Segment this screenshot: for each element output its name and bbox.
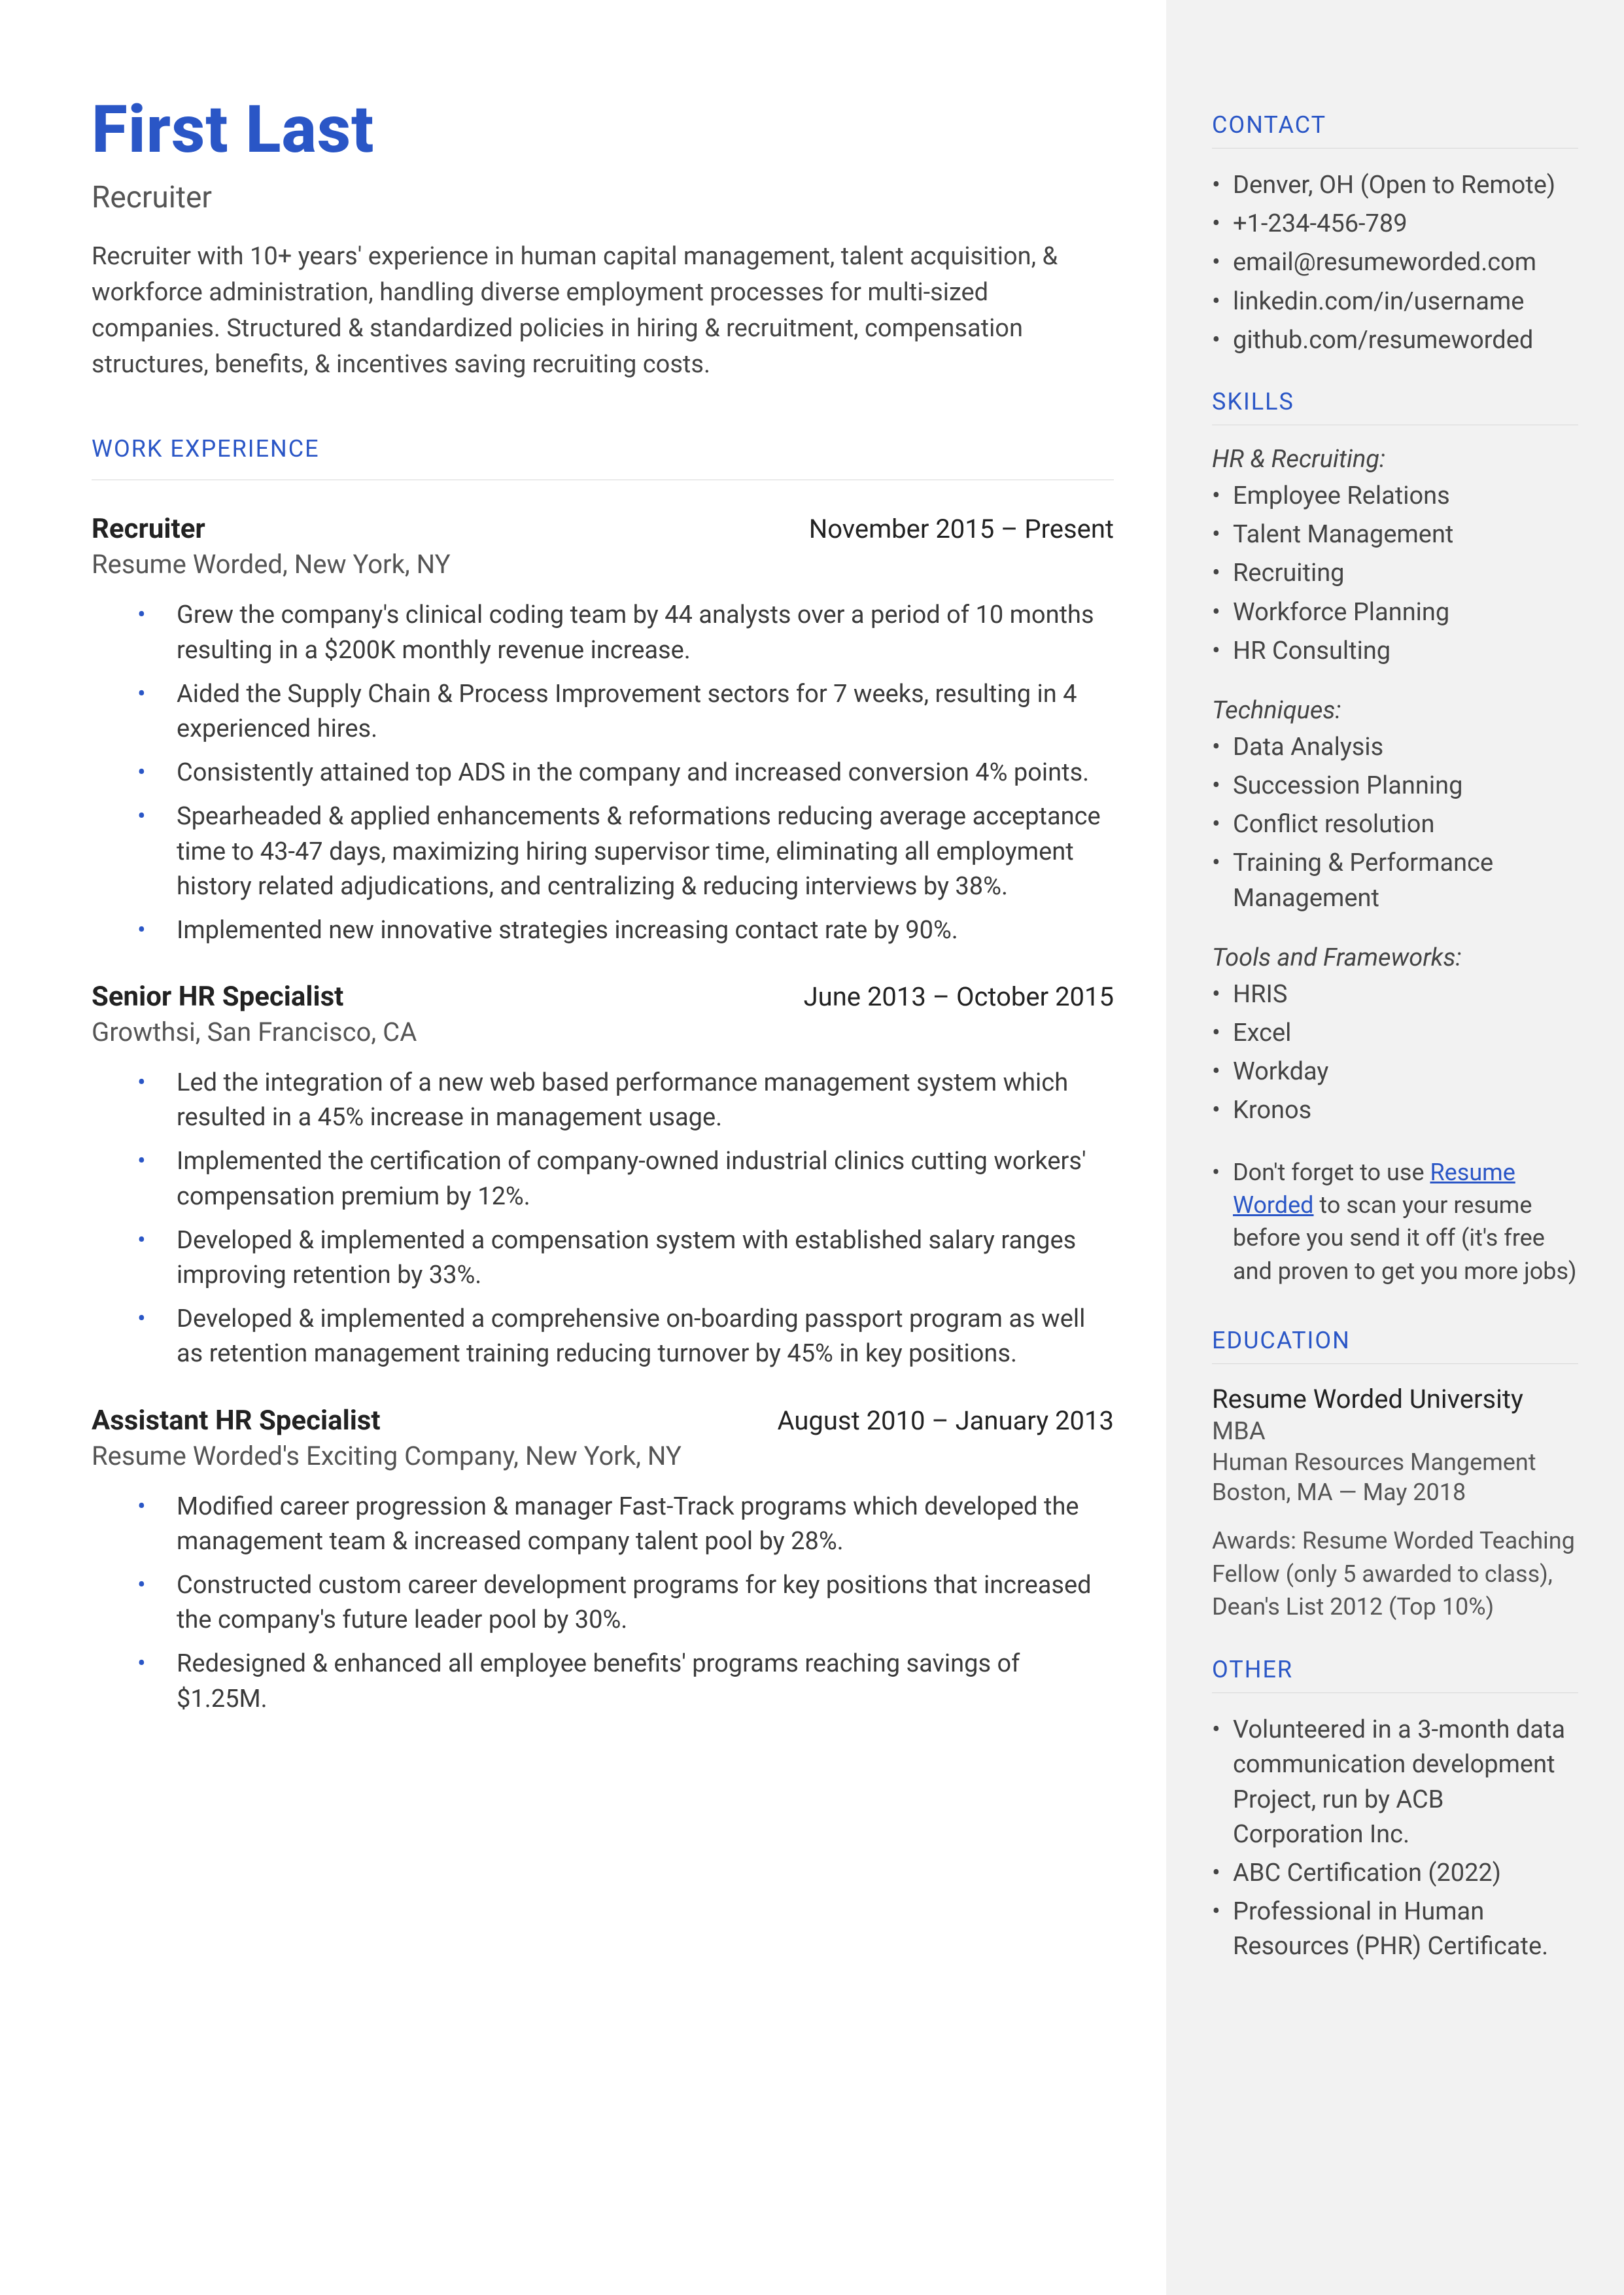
skill-item: Talent Management	[1212, 517, 1578, 552]
job-dates: June 2013 – October 2015	[804, 981, 1114, 1012]
job-header: Senior HR Specialist June 2013 – October …	[92, 981, 1114, 1013]
job-bullet: Developed & implemented a comprehensive …	[137, 1302, 1114, 1371]
education-school: Resume Worded University	[1212, 1384, 1578, 1414]
skill-item: HR Consulting	[1212, 634, 1578, 669]
job-header: Assistant HR Specialist August 2010 – Jan…	[92, 1405, 1114, 1437]
job-title: Senior HR Specialist	[92, 981, 343, 1013]
skill-list: Employee RelationsTalent Management Recru…	[1212, 479, 1578, 669]
tip-text: Don't forget to use Resume Worded to sca…	[1212, 1156, 1578, 1288]
other-list: Volunteered in a 3-month data communicat…	[1212, 1713, 1578, 1964]
contact-item: email@resumeworded.com	[1212, 245, 1578, 280]
other-section: OTHER Volunteered in a 3-month data comm…	[1212, 1656, 1578, 1964]
other-item: Professional in Human Resources (PHR) Ce…	[1212, 1895, 1578, 1964]
contact-item: linkedin.com/in/username	[1212, 285, 1578, 319]
contact-heading: CONTACT	[1212, 111, 1578, 139]
skill-item: Data Analysis	[1212, 730, 1578, 765]
work-experience-heading: WORK EXPERIENCE	[92, 435, 1114, 480]
other-item: ABC Certification (2022)	[1212, 1856, 1578, 1891]
resume-page: First Last Recruiter Recruiter with 10+ …	[0, 0, 1624, 2295]
other-item: Volunteered in a 3-month data communicat…	[1212, 1713, 1578, 1852]
education-heading: EDUCATION	[1212, 1327, 1578, 1354]
education-location: Boston, MA — May 2018	[1212, 1479, 1578, 1506]
job-dates: November 2015 – Present	[809, 514, 1114, 544]
skill-group-label: Techniques:	[1212, 696, 1578, 725]
skill-group-label: HR & Recruiting:	[1212, 445, 1578, 474]
skill-item: Recruiting	[1212, 556, 1578, 591]
job-title: Assistant HR Specialist	[92, 1405, 381, 1437]
main-column: First Last Recruiter Recruiter with 10+ …	[0, 0, 1166, 2295]
skills-groups: HR & Recruiting: Employee RelationsTalent…	[1212, 445, 1578, 1129]
skill-item: Succession Planning	[1212, 769, 1578, 803]
skills-heading: SKILLS	[1212, 388, 1578, 415]
skill-item: Excel	[1212, 1016, 1578, 1051]
job-company: Resume Worded, New York, NY	[92, 549, 1114, 580]
job-header: Recruiter November 2015 – Present	[92, 513, 1114, 545]
job-bullet: Redesigned & enhanced all employee benef…	[137, 1647, 1114, 1716]
skill-item: Training & Performance Management	[1212, 846, 1578, 915]
job-bullet: Developed & implemented a compensation s…	[137, 1223, 1114, 1293]
job-bullets: Led the integration of a new web based p…	[92, 1066, 1114, 1372]
job-dates: August 2010 – January 2013	[777, 1405, 1114, 1436]
job-bullet: Constructed custom career development pr…	[137, 1568, 1114, 1638]
education-section: EDUCATION Resume Worded University MBA H…	[1212, 1327, 1578, 1623]
contact-item: Denver, OH (Open to Remote)	[1212, 168, 1578, 203]
skill-item: Workforce Planning	[1212, 595, 1578, 630]
job-bullet: Implemented the certification of company…	[137, 1144, 1114, 1214]
contact-section: CONTACT Denver, OH (Open to Remote) +1-23…	[1212, 111, 1578, 358]
skill-item: Employee Relations	[1212, 479, 1578, 514]
skill-item: HRIS	[1212, 977, 1578, 1012]
skill-item: Workday	[1212, 1055, 1578, 1089]
job-company: Resume Worded's Exciting Company, New Yo…	[92, 1441, 1114, 1471]
skill-item: Kronos	[1212, 1093, 1578, 1128]
job-entry: Recruiter November 2015 – Present Resume W…	[92, 513, 1114, 948]
job-bullet: Implemented new innovative strategies in…	[137, 913, 1114, 948]
divider	[1212, 148, 1578, 149]
skills-section: SKILLS HR & Recruiting: Employee Relation…	[1212, 388, 1578, 1288]
contact-item: github.com/resumeworded	[1212, 323, 1578, 358]
education-field: Human Resources Mangement	[1212, 1448, 1578, 1476]
skill-group-label: Tools and Frameworks:	[1212, 943, 1578, 972]
skill-list: Data Analysis Succession Planning Conflict…	[1212, 730, 1578, 916]
tip-item: Don't forget to use Resume Worded to sca…	[1212, 1156, 1578, 1288]
job-bullets: Grew the company's clinical coding team …	[92, 598, 1114, 948]
contact-item: +1-234-456-789	[1212, 207, 1578, 241]
job-bullets: Modified career progression & manager Fa…	[92, 1490, 1114, 1717]
job-bullet: Led the integration of a new web based p…	[137, 1066, 1114, 1135]
job-bullet: Aided the Supply Chain & Process Improve…	[137, 677, 1114, 746]
job-title: Recruiter	[92, 513, 205, 545]
job-bullet: Consistently attained top ADS in the com…	[137, 756, 1114, 790]
skill-list: HRIS Excel Workday Kronos	[1212, 977, 1578, 1129]
job-entry: Assistant HR Specialist August 2010 – Jan…	[92, 1405, 1114, 1717]
contact-list: Denver, OH (Open to Remote) +1-234-456-78…	[1212, 168, 1578, 358]
job-company: Growthsi, San Francisco, CA	[92, 1017, 1114, 1047]
sidebar-column: CONTACT Denver, OH (Open to Remote) +1-23…	[1166, 0, 1624, 2295]
divider	[1212, 1363, 1578, 1364]
divider	[1212, 1692, 1578, 1693]
job-bullet: Modified career progression & manager Fa…	[137, 1490, 1114, 1559]
skill-item: Conflict resolution	[1212, 807, 1578, 842]
education-degree: MBA	[1212, 1417, 1578, 1446]
summary-text: Recruiter with 10+ years' experience in …	[92, 239, 1114, 383]
other-heading: OTHER	[1212, 1656, 1578, 1683]
job-bullet: Grew the company's clinical coding team …	[137, 598, 1114, 667]
job-entry: Senior HR Specialist June 2013 – October …	[92, 981, 1114, 1372]
tip-before: Don't forget to use	[1233, 1159, 1430, 1186]
person-name: First Last	[92, 92, 1114, 168]
education-awards: Awards: Resume Worded Teaching Fellow (o…	[1212, 1524, 1578, 1623]
job-bullet: Spearheaded & applied enhancements & ref…	[137, 799, 1114, 904]
jobs-container: Recruiter November 2015 – Present Resume W…	[92, 513, 1114, 1716]
person-role: Recruiter	[92, 180, 1114, 215]
